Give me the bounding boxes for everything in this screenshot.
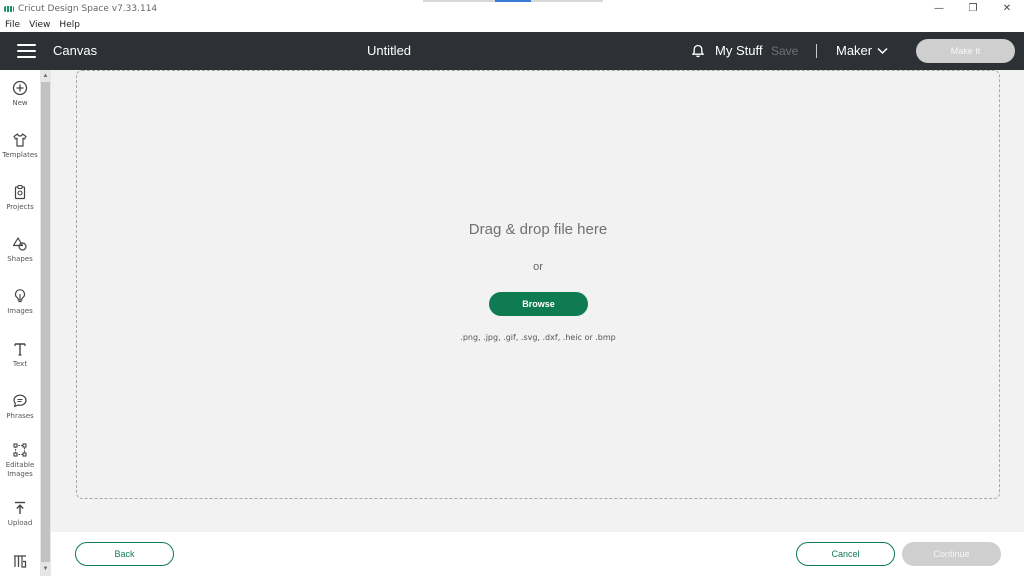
upload-icon (15, 501, 25, 514)
scroll-up-arrow-icon[interactable]: ▲ (40, 71, 51, 81)
restore-button[interactable]: ❐ (956, 0, 990, 17)
cricut-logo-icon (4, 5, 14, 12)
left-sidebar: New Templates Projects Shapes Images Tex… (0, 70, 40, 576)
sidebar-item-images[interactable]: Images (0, 288, 40, 316)
sidebar-item-projects[interactable]: Projects (0, 184, 40, 212)
speech-bubble-icon (13, 394, 27, 408)
browse-button[interactable]: Browse (489, 292, 588, 316)
upload-dropzone[interactable]: Drag & drop file here or Browse .png, .j… (76, 70, 1000, 499)
titlebar-tab-indicator (423, 0, 495, 2)
window-controls: — ❐ ✕ (922, 0, 1024, 17)
lightbulb-icon (14, 289, 26, 303)
app-header: Canvas Untitled My Stuff Save Maker Make… (0, 32, 1024, 70)
app-window: Cricut Design Space v7.33.114 — ❐ ✕ File… (0, 0, 1024, 576)
sidebar-label-images: Images (7, 307, 33, 315)
sidebar-item-phrases[interactable]: Phrases (0, 393, 40, 421)
make-it-button[interactable]: Make It (916, 39, 1015, 63)
notification-bell-icon[interactable] (690, 43, 706, 59)
save-button[interactable]: Save (771, 44, 798, 58)
shapes-icon (12, 237, 27, 251)
sidebar-item-new[interactable]: New (0, 80, 40, 108)
window-title: Cricut Design Space v7.33.114 (18, 3, 158, 14)
plus-circle-icon (12, 80, 28, 96)
menu-help[interactable]: Help (59, 20, 80, 30)
sidebar-label-editable-images: Editable Images (5, 461, 35, 478)
cancel-button[interactable]: Cancel (796, 542, 895, 566)
scrollbar-thumb[interactable] (41, 82, 50, 562)
sidebar-label-shapes: Shapes (7, 255, 33, 263)
shirt-icon (13, 133, 27, 147)
monogram-icon (14, 555, 27, 568)
footer-bar: Back Cancel Continue (51, 532, 1024, 576)
sidebar-label-templates: Templates (2, 151, 38, 159)
menu-bar: File View Help (0, 17, 1024, 32)
editable-images-icon (13, 443, 27, 457)
back-button[interactable]: Back (75, 542, 174, 566)
sidebar-label-upload: Upload (7, 519, 33, 527)
window-titlebar: Cricut Design Space v7.33.114 — ❐ ✕ (0, 0, 1024, 17)
supported-file-types: .png, .jpg, .gif, .svg, .dxf, .heic or .… (460, 333, 616, 342)
titlebar-tab-indicator-active (495, 0, 531, 2)
chevron-down-icon (877, 47, 888, 54)
my-stuff-link[interactable]: My Stuff (715, 43, 762, 58)
machine-selector[interactable]: Maker (836, 43, 888, 58)
header-divider (816, 44, 817, 58)
project-title: Untitled (366, 43, 412, 58)
sidebar-item-templates[interactable]: Templates (0, 132, 40, 160)
minimize-button[interactable]: — (922, 0, 956, 17)
menu-file[interactable]: File (5, 20, 20, 30)
drag-drop-text: Drag & drop file here (468, 221, 608, 238)
clipboard-icon (14, 184, 26, 200)
sidebar-label-phrases: Phrases (6, 412, 34, 420)
machine-label: Maker (836, 43, 873, 58)
sidebar-item-upload[interactable]: Upload (0, 500, 40, 528)
sidebar-item-monogram[interactable] (0, 553, 40, 569)
sidebar-item-editable-images[interactable]: Editable Images (0, 442, 40, 479)
or-text: or (533, 261, 543, 273)
continue-button[interactable]: Continue (902, 542, 1001, 566)
close-window-button[interactable]: ✕ (990, 0, 1024, 17)
titlebar-tab-indicator (531, 0, 603, 2)
scroll-down-arrow-icon[interactable]: ▼ (40, 564, 51, 574)
sidebar-scrollbar[interactable]: ▲ ▼ (40, 70, 51, 576)
sidebar-label-text: Text (12, 360, 28, 368)
menu-view[interactable]: View (29, 20, 50, 30)
sidebar-label-projects: Projects (6, 203, 34, 211)
text-t-icon (14, 343, 26, 356)
sidebar-item-shapes[interactable]: Shapes (0, 236, 40, 264)
sidebar-label-new: New (12, 99, 28, 107)
sidebar-item-text[interactable]: Text (0, 341, 40, 369)
